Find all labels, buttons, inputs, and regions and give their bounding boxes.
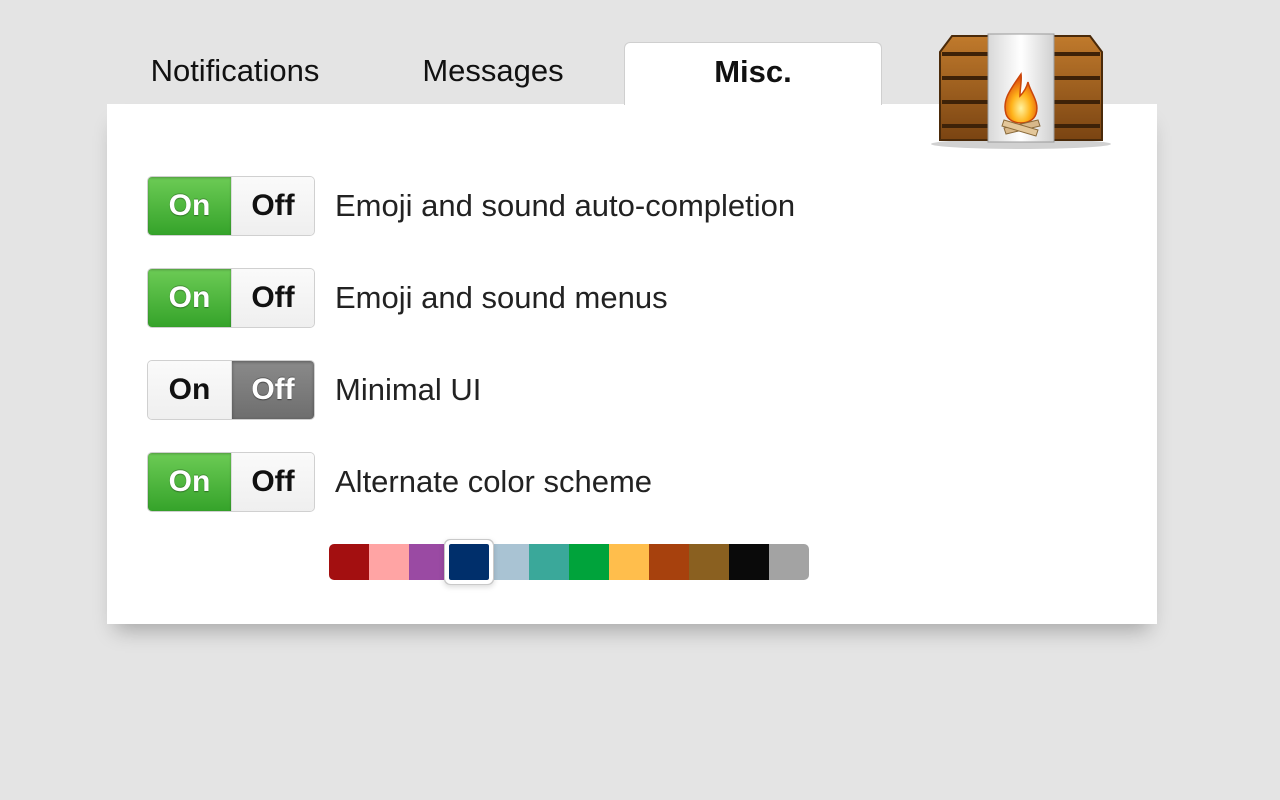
color-swatch[interactable] [529, 544, 569, 580]
menus-toggle[interactable]: On Off [147, 268, 315, 328]
off-button[interactable]: Off [231, 177, 314, 235]
color-swatch[interactable] [609, 544, 649, 580]
tab-notifications[interactable]: Notifications [120, 42, 350, 104]
off-button[interactable]: Off [231, 269, 314, 327]
setting-label: Emoji and sound auto-completion [335, 188, 796, 223]
tab-messages[interactable]: Messages [378, 42, 608, 104]
on-button[interactable]: On [148, 453, 231, 511]
color-swatch[interactable] [689, 544, 729, 580]
color-swatch-picker [329, 540, 809, 584]
setting-row-autocompletion: On Off Emoji and sound auto-completion [147, 176, 1107, 236]
color-swatch[interactable] [445, 540, 493, 584]
color-swatch[interactable] [569, 544, 609, 580]
color-swatch[interactable] [729, 544, 769, 580]
setting-row-color-scheme: On Off Alternate color scheme [147, 452, 1107, 512]
color-swatch[interactable] [769, 544, 809, 580]
setting-row-menus: On Off Emoji and sound menus [147, 268, 1107, 328]
on-button[interactable]: On [148, 177, 231, 235]
color-swatch[interactable] [409, 544, 449, 580]
off-button[interactable]: Off [231, 453, 314, 511]
off-button[interactable]: Off [231, 361, 314, 419]
setting-label: Alternate color scheme [335, 464, 653, 499]
setting-label: Emoji and sound menus [335, 280, 668, 315]
autocompletion-toggle[interactable]: On Off [147, 176, 315, 236]
on-button[interactable]: On [148, 361, 231, 419]
color-swatch[interactable] [649, 544, 689, 580]
preferences-window: Notifications Messages Misc. On Off Emoj… [0, 0, 1280, 800]
setting-label: Minimal UI [335, 372, 482, 407]
setting-row-minimal-ui: On Off Minimal UI [147, 360, 1107, 420]
color-swatch[interactable] [489, 544, 529, 580]
tab-misc[interactable]: Misc. [624, 42, 882, 105]
campfire-logo-icon [931, 33, 1111, 149]
misc-settings-panel: On Off Emoji and sound auto-completion O… [107, 104, 1157, 624]
color-swatch[interactable] [329, 544, 369, 580]
color-swatch[interactable] [369, 544, 409, 580]
minimal-ui-toggle[interactable]: On Off [147, 360, 315, 420]
color-scheme-toggle[interactable]: On Off [147, 452, 315, 512]
on-button[interactable]: On [148, 269, 231, 327]
